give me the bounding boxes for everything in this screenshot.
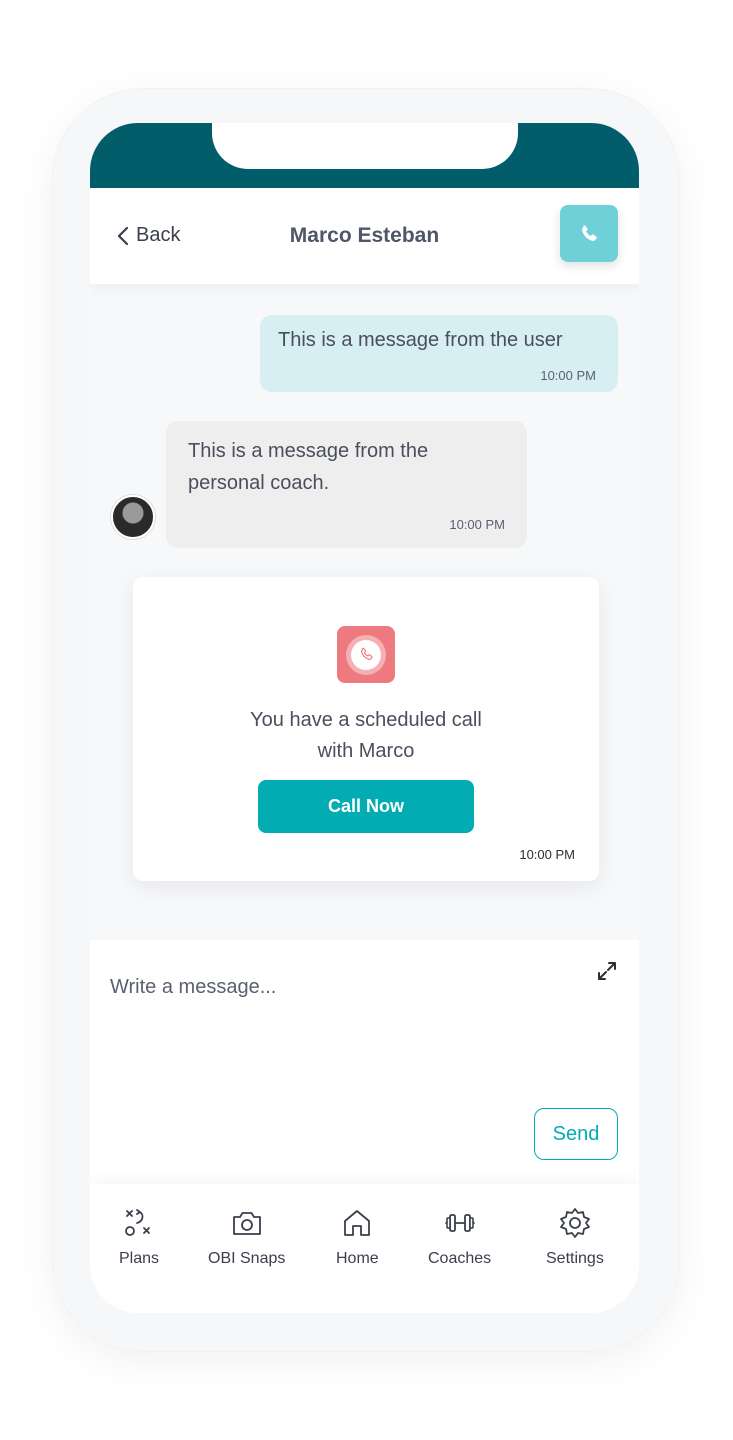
status-bar [90, 123, 639, 188]
call-now-button[interactable]: Call Now [258, 780, 474, 833]
plans-icon [125, 1209, 150, 1236]
message-composer: Send [90, 940, 639, 1184]
chat-header: Back Marco Esteban [90, 188, 639, 284]
tab-obi-snaps[interactable]: OBI Snaps [208, 1206, 285, 1268]
message-input[interactable] [110, 970, 570, 1004]
scheduled-call-line-1: You have a scheduled call [250, 709, 482, 731]
message-time: 10:00 PM [449, 517, 505, 532]
user-message-bubble: This is a message from the user 10:00 PM [260, 315, 618, 392]
phone-icon [360, 647, 373, 660]
tab-label: Settings [546, 1250, 604, 1267]
coach-message-bubble: This is a message from the personal coac… [166, 421, 527, 548]
scheduled-call-icon [337, 626, 395, 683]
coach-avatar[interactable] [111, 495, 155, 539]
call-button[interactable] [560, 205, 618, 262]
message-text: This is a message from the personal coac… [188, 440, 429, 494]
tab-label: Plans [119, 1250, 160, 1267]
scheduled-call-card: You have a scheduled call with Marco Cal… [133, 577, 599, 881]
tab-label: Home [336, 1250, 379, 1267]
icon-core [351, 639, 381, 670]
home-icon [344, 1210, 371, 1236]
bottom-tab-bar: Plans OBI Snaps Home Coaches Settings [90, 1184, 639, 1313]
phone-icon [582, 224, 597, 241]
notch [212, 123, 518, 169]
scheduled-call-text: You have a scheduled call with Marco [133, 705, 599, 767]
message-text: This is a message from the user [278, 329, 563, 351]
tab-label: Coaches [428, 1250, 492, 1267]
tab-label: OBI Snaps [208, 1250, 286, 1267]
icon-ring [346, 634, 386, 675]
send-button[interactable]: Send [534, 1108, 618, 1160]
scheduled-call-line-2: with Marco [317, 740, 415, 762]
message-time: 10:00 PM [540, 368, 596, 383]
card-time: 10:00 PM [519, 847, 575, 862]
page-title: Marco Esteban [289, 224, 440, 247]
expand-icon[interactable] [596, 960, 618, 982]
dumbbell-icon [444, 1214, 475, 1232]
chat-screen: Back Marco Esteban This is a message fro… [90, 123, 639, 1313]
tab-coaches[interactable]: Coaches [428, 1206, 491, 1268]
tab-home[interactable]: Home [336, 1206, 379, 1268]
tab-settings[interactable]: Settings [546, 1206, 604, 1268]
gear-icon [560, 1208, 590, 1238]
camera-icon [232, 1212, 261, 1235]
tab-plans[interactable]: Plans [119, 1206, 159, 1268]
